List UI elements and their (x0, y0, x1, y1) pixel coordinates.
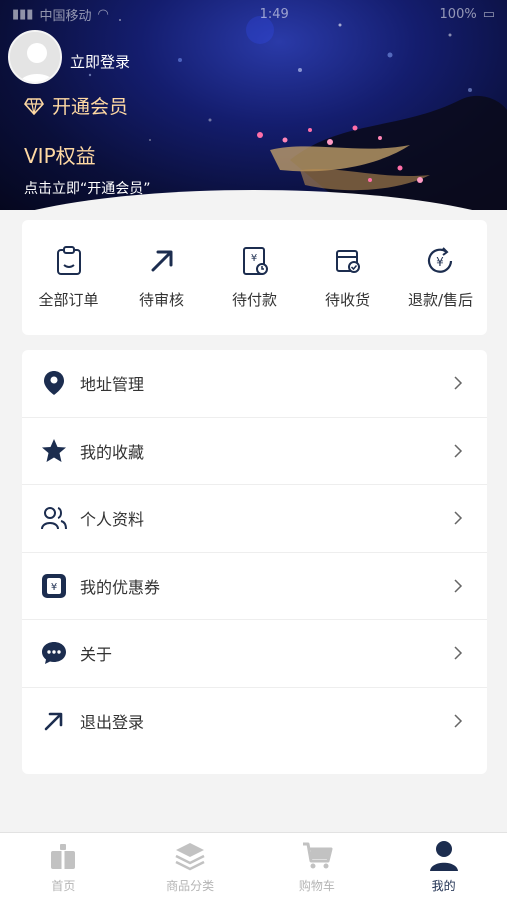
tab-label: 购物车 (298, 879, 335, 893)
logout-arrow-icon (44, 712, 63, 731)
chevron-right-icon (454, 444, 463, 458)
menu-label: 地址管理 (80, 375, 145, 395)
member-label: 开通会员 (52, 96, 129, 118)
orders-card: 全部订单 待审核 ¥ 待付款 待收货 ¥ 退款/售后 (22, 220, 487, 335)
signal-icon: ▮▮▮ (12, 6, 34, 22)
order-item-pending-review[interactable]: 待审核 (117, 245, 207, 310)
tab-home[interactable]: 首页 (13, 839, 113, 894)
chevron-right-icon (454, 511, 463, 525)
wifi-icon: ◠ (97, 6, 109, 22)
menu-label: 个人资料 (80, 510, 145, 530)
menu-label: 我的优惠券 (80, 577, 161, 597)
order-label: 待审核 (138, 291, 184, 309)
order-label: 待付款 (231, 291, 277, 309)
menu-label: 退出登录 (80, 713, 145, 733)
menu-label: 关于 (80, 645, 113, 665)
menu-item-address[interactable]: 地址管理 (22, 350, 487, 418)
coupon-icon: ¥ (42, 573, 66, 598)
tab-label: 首页 (51, 879, 76, 893)
order-item-refund[interactable]: ¥ 退款/售后 (396, 245, 486, 310)
svg-text:¥: ¥ (250, 253, 256, 264)
menu-list: 地址管理 我的收藏 个人资料 ¥ 我的优惠券 关于 退出登录 (22, 350, 487, 774)
location-pin-icon (44, 371, 64, 396)
menu-item-coupons[interactable]: ¥ 我的优惠券 (22, 553, 487, 620)
users-icon (41, 507, 67, 530)
menu-label: 我的收藏 (80, 442, 145, 462)
tab-cart[interactable]: 购物车 (267, 839, 367, 894)
chevron-right-icon (454, 714, 463, 728)
menu-item-favorites[interactable]: 我的收藏 (22, 418, 487, 485)
clipboard-icon (56, 246, 81, 275)
menu-item-about[interactable]: 关于 (22, 620, 487, 688)
home-gift-icon (51, 844, 76, 869)
menu-item-profile[interactable]: 个人资料 (22, 485, 487, 553)
order-item-pending-receipt[interactable]: 待收货 (303, 245, 393, 310)
payment-icon: ¥ (242, 247, 268, 275)
user-icon (429, 841, 458, 871)
login-link[interactable]: 立即登录 (70, 51, 130, 72)
time-label: 1:49 (259, 6, 289, 22)
menu-item-logout[interactable]: 退出登录 (22, 688, 487, 756)
cart-icon (302, 842, 333, 869)
status-bar: ▮▮▮ 中国移动 ◠ 1:49 100% ▭ (12, 4, 495, 24)
avatar[interactable] (8, 30, 62, 84)
bottom-tab-bar: 首页 商品分类 购物车 我的 (0, 832, 507, 900)
box-check-icon (335, 250, 360, 273)
tab-mine[interactable]: 我的 (394, 839, 494, 894)
chevron-right-icon (454, 646, 463, 660)
profile-header: ▮▮▮ 中国移动 ◠ 1:49 100% ▭ 立即登录 开通会员 VIP权益 点… (0, 0, 507, 210)
open-membership-button[interactable]: 开通会员 (24, 92, 128, 119)
chevron-right-icon (454, 579, 463, 593)
tab-label: 商品分类 (166, 879, 215, 893)
order-item-pending-payment[interactable]: ¥ 待付款 (210, 245, 300, 310)
chevron-right-icon (454, 376, 463, 390)
star-icon (42, 438, 66, 462)
vip-title: VIP权益 (24, 144, 96, 168)
order-label: 待收货 (324, 291, 370, 309)
svg-text:¥: ¥ (436, 255, 444, 269)
order-label: 退款/售后 (407, 291, 474, 309)
battery-icon: ▭ (482, 6, 495, 22)
refund-icon: ¥ (427, 247, 452, 273)
tab-label: 我的 (431, 879, 456, 893)
carrier-label: 中国移动 (39, 8, 92, 24)
chat-bubble-icon (42, 642, 66, 665)
order-item-all[interactable]: 全部订单 (24, 245, 114, 310)
battery-label: 100% (439, 6, 477, 22)
svg-text:¥: ¥ (51, 582, 57, 593)
diamond-icon (24, 97, 44, 115)
arrow-up-right-icon (151, 250, 172, 272)
tab-categories[interactable]: 商品分类 (140, 839, 240, 894)
layers-icon (175, 843, 205, 871)
order-label: 全部订单 (38, 291, 99, 309)
